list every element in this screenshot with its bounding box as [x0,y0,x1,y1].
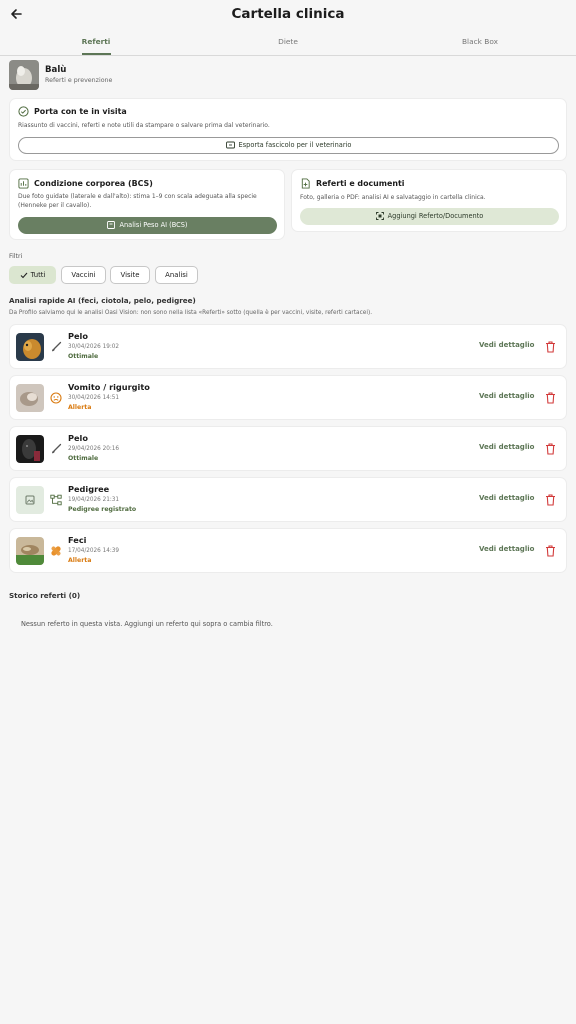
image-placeholder [16,486,44,514]
add-document-label: Aggiungi Referto/Documento [387,212,484,220]
analysis-status: Ottimale [68,353,99,360]
sick-face-icon [50,392,62,404]
bcs-card: Condizione corporea (BCS) Due foto guida… [9,169,285,240]
analysis-date: 17/04/2026 14:39 [68,548,119,554]
history-empty-text: Nessun referto in questa vista. Aggiungi… [21,620,273,628]
dog-photo [16,333,44,361]
analysis-row[interactable]: Vomito / rigurgito 30/04/2026 14:51 Alle… [9,375,567,420]
analysis-row[interactable]: Pedigree 19/04/2026 21:31 Pedigree regis… [9,477,567,522]
analysis-row[interactable]: Pelo 29/04/2026 20:16 Ottimale Vedi dett… [9,426,567,471]
check-circle-icon [18,106,29,117]
filter-chip-vaccini[interactable]: Vaccini [61,266,106,284]
trash-icon[interactable] [545,392,556,404]
export-file-button[interactable]: Esporta fascicolo per il veterinario [18,137,559,154]
share-doc-icon [225,141,235,149]
bcs-card-text: Due foto guidate (laterale e dall'alto):… [18,193,257,209]
scale-icon [107,221,116,229]
analysis-title: Pelo [68,433,88,443]
chart-icon [18,178,29,189]
active-tab-indicator [82,53,111,55]
trash-icon[interactable] [545,545,556,557]
scan-icon [375,212,384,220]
page-title: Cartella clinica [231,6,345,22]
trash-icon[interactable] [545,443,556,455]
analysis-status: Allerta [68,557,92,564]
docs-card-text: Foto, galleria o PDF: analisi AI e salva… [300,194,486,201]
analysis-date: 30/04/2026 14:51 [68,395,119,401]
brush-icon [52,443,62,454]
view-detail-link[interactable]: Vedi dettaglio [479,443,534,451]
analysis-status: Pedigree registrato [68,506,137,513]
filter-chip-all[interactable]: Tutti [9,266,56,284]
analysis-title: Vomito / rigurgito [68,382,150,392]
visit-card-title: Porta con te in visita [34,107,127,116]
feces-photo [16,537,44,565]
tab-diete[interactable]: Diete [192,31,384,56]
brush-icon [52,341,62,352]
view-detail-link[interactable]: Vedi dettaglio [479,392,534,400]
pet-subtitle: Referti e prevenzione [45,77,113,84]
tab-black-box[interactable]: Black Box [384,31,576,56]
visit-card: Porta con te in visita Riassunto di vacc… [9,98,567,161]
analysis-row[interactable]: Pelo 30/04/2026 19:02 Ottimale Vedi dett… [9,324,567,369]
pet-avatar [9,60,39,90]
view-detail-link[interactable]: Vedi dettaglio [479,341,534,349]
add-document-button[interactable]: Aggiungi Referto/Documento [300,208,559,225]
view-detail-link[interactable]: Vedi dettaglio [479,545,534,553]
filter-chip-visite[interactable]: Visite [110,266,150,284]
analysis-title: Pedigree [68,484,110,494]
visit-card-text: Riassunto di vaccini, referti e note uti… [18,122,270,129]
add-document-icon [301,178,310,189]
filters-label: Filtri [9,253,23,260]
analysis-title: Feci [68,535,87,545]
analysis-date: 19/04/2026 21:31 [68,497,119,503]
dog-photo [16,435,44,463]
bandage-icon [51,546,61,556]
history-title: Storico referti (0) [9,591,81,600]
vomit-photo [16,384,44,412]
bcs-analysis-button[interactable]: Analisi Peso AI (BCS) [18,217,277,234]
analysis-title: Pelo [68,331,88,341]
family-tree-icon [50,494,62,506]
analysis-status: Allerta [68,404,92,411]
bcs-analysis-label: Analisi Peso AI (BCS) [119,221,188,229]
analysis-date: 29/04/2026 20:16 [68,446,119,452]
docs-card: Referti e documenti Foto, galleria o PDF… [291,169,567,232]
trash-icon[interactable] [545,341,556,353]
analysis-status: Ottimale [68,455,99,462]
pet-name: Balù [45,65,67,75]
view-detail-link[interactable]: Vedi dettaglio [479,494,534,502]
app-bar: Cartella clinica [0,0,576,31]
filter-chip-analisi[interactable]: Analisi [155,266,198,284]
tab-bar: Referti Diete Black Box [0,31,576,56]
ai-section-subtitle: Da Profilo salviamo qui le analisi Oasi … [9,310,373,316]
export-file-label: Esporta fascicolo per il veterinario [238,141,352,149]
analysis-date: 30/04/2026 19:02 [68,344,119,350]
bcs-card-title: Condizione corporea (BCS) [34,179,153,188]
trash-icon[interactable] [545,494,556,506]
docs-card-title: Referti e documenti [316,179,405,188]
ai-section-title: Analisi rapide AI (feci, ciotola, pelo, … [9,296,196,305]
filter-chip-all-label: Tutti [30,271,46,279]
check-icon [20,272,27,278]
analysis-row[interactable]: Feci 17/04/2026 14:39 Allerta Vedi detta… [9,528,567,573]
